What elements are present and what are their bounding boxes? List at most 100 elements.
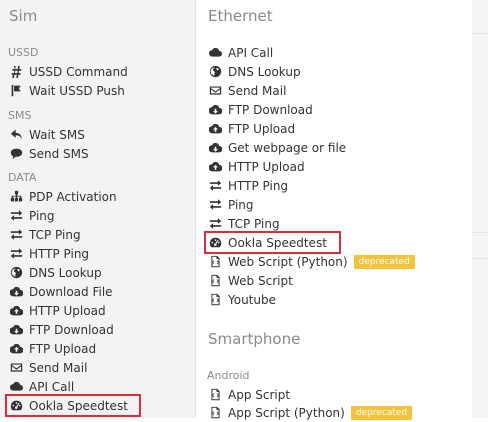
sim-item-ussd-command[interactable]: USSD Command xyxy=(9,62,128,81)
ethernet-title: Ethernet xyxy=(208,7,273,25)
eth-item-http-upload[interactable]: HTTP Upload xyxy=(208,157,305,176)
eth-item-get-webpage[interactable]: Get webpage or file xyxy=(208,138,346,157)
phone-item-app-script-python[interactable]: App Script (Python) deprecated xyxy=(208,403,413,422)
item-label: TCP Ping xyxy=(228,216,280,231)
cloud-icon xyxy=(208,46,222,60)
eth-item-api-call[interactable]: API Call xyxy=(208,43,273,62)
item-label: FTP Download xyxy=(29,322,114,337)
sim-title: Sim xyxy=(9,7,38,25)
sim-panel: Sim USSD USSD Command Wait USSD Push SMS… xyxy=(0,0,196,418)
eth-item-web-script-python[interactable]: Web Script (Python) deprecated xyxy=(208,252,415,271)
sim-item-ftp-download[interactable]: FTP Download xyxy=(9,320,114,339)
item-label: TCP Ping xyxy=(29,227,81,242)
hash-icon xyxy=(9,65,23,79)
sim-item-send-mail[interactable]: Send Mail xyxy=(9,358,87,377)
eth-ookla-highlight-box xyxy=(204,231,341,254)
group-ussd-title: USSD xyxy=(8,46,39,59)
item-label: PDP Activation xyxy=(29,189,117,204)
item-label: DNS Lookup xyxy=(29,265,102,280)
cloud-download-icon xyxy=(208,103,222,117)
item-label: Send Mail xyxy=(228,83,287,98)
item-label: DNS Lookup xyxy=(228,64,301,79)
eth-item-ping[interactable]: Ping xyxy=(208,195,254,214)
reply-icon xyxy=(9,128,23,142)
globe-icon xyxy=(208,65,222,79)
item-label: HTTP Ping xyxy=(29,246,90,261)
item-label: Ping xyxy=(29,208,55,223)
item-label: Wait SMS xyxy=(29,127,85,142)
sim-item-send-sms[interactable]: Send SMS xyxy=(9,144,89,163)
sim-ookla-highlight-box xyxy=(5,394,141,417)
exchange-icon xyxy=(9,247,23,261)
sim-item-ping[interactable]: Ping xyxy=(9,206,55,225)
eth-item-http-ping[interactable]: HTTP Ping xyxy=(208,176,288,195)
group-android-title: Android xyxy=(207,369,250,382)
cloud-download-icon xyxy=(208,141,222,155)
sim-item-ftp-upload[interactable]: FTP Upload xyxy=(9,339,96,358)
sim-item-http-ping[interactable]: HTTP Ping xyxy=(9,244,89,263)
code-file-icon xyxy=(208,255,222,269)
phone-item-app-script[interactable]: App Script xyxy=(208,385,290,404)
sim-item-tcp-ping[interactable]: TCP Ping xyxy=(9,225,81,244)
item-label: HTTP Upload xyxy=(228,159,305,174)
exchange-icon xyxy=(208,217,222,231)
exchange-icon xyxy=(9,209,23,223)
cloud-upload-icon xyxy=(9,342,23,356)
item-label: HTTP Upload xyxy=(29,303,106,318)
divider xyxy=(472,232,488,233)
cloud-download-icon xyxy=(9,323,23,337)
sitemap-icon xyxy=(9,190,23,204)
exchange-icon xyxy=(208,198,222,212)
code-file-icon xyxy=(208,388,222,402)
item-label: Get webpage or file xyxy=(228,140,347,155)
code-file-icon xyxy=(208,274,222,288)
eth-item-web-script[interactable]: Web Script xyxy=(208,271,293,290)
eth-item-ftp-download[interactable]: FTP Download xyxy=(208,100,313,119)
item-label: App Script xyxy=(228,387,291,402)
cloud-download-icon xyxy=(9,285,23,299)
sim-item-dns-lookup[interactable]: DNS Lookup xyxy=(9,263,102,282)
item-label: FTP Upload xyxy=(228,121,296,136)
item-label: HTTP Ping xyxy=(228,178,289,193)
item-label: Send SMS xyxy=(29,146,89,161)
eth-item-ftp-upload[interactable]: FTP Upload xyxy=(208,119,295,138)
code-file-icon xyxy=(208,406,222,420)
deprecated-badge: deprecated xyxy=(350,405,413,420)
item-label: API Call xyxy=(228,45,274,60)
sim-item-wait-sms[interactable]: Wait SMS xyxy=(9,125,85,144)
item-label: API Call xyxy=(29,379,75,394)
group-data-title: DATA xyxy=(8,171,37,184)
cloud-upload-icon xyxy=(9,304,23,318)
sim-item-wait-ussd-push[interactable]: Wait USSD Push xyxy=(9,81,125,100)
exchange-icon xyxy=(208,179,222,193)
cloud-upload-icon xyxy=(208,122,222,136)
item-label: USSD Command xyxy=(29,64,128,79)
globe-icon xyxy=(9,266,23,280)
item-label: FTP Download xyxy=(228,102,313,117)
envelope-icon xyxy=(208,84,222,98)
exchange-icon xyxy=(9,228,23,242)
item-label: FTP Upload xyxy=(29,341,97,356)
divider xyxy=(472,33,488,34)
item-label: Ping xyxy=(228,197,254,212)
item-label: App Script (Python) xyxy=(228,405,345,420)
sim-item-http-upload[interactable]: HTTP Upload xyxy=(9,301,106,320)
eth-item-send-mail[interactable]: Send Mail xyxy=(208,81,286,100)
flag-icon xyxy=(9,84,23,98)
ethernet-panel: Ethernet API Call DNS Lookup Send Mail F… xyxy=(196,0,472,420)
divider xyxy=(472,258,488,259)
code-file-icon xyxy=(208,293,222,307)
item-label: Web Script (Python) xyxy=(228,254,348,269)
comment-icon xyxy=(9,147,23,161)
eth-item-youtube[interactable]: Youtube xyxy=(208,290,276,309)
eth-item-dns-lookup[interactable]: DNS Lookup xyxy=(208,62,301,81)
smartphone-title: Smartphone xyxy=(208,330,301,348)
item-label: Web Script xyxy=(228,273,293,288)
sim-item-download-file[interactable]: Download File xyxy=(9,282,113,301)
right-panel-edge xyxy=(472,0,488,418)
item-label: Download File xyxy=(29,284,113,299)
item-label: Youtube xyxy=(228,292,276,307)
cloud-icon xyxy=(9,380,23,394)
group-sms-title: SMS xyxy=(8,109,32,122)
sim-item-pdp-activation[interactable]: PDP Activation xyxy=(9,187,117,206)
